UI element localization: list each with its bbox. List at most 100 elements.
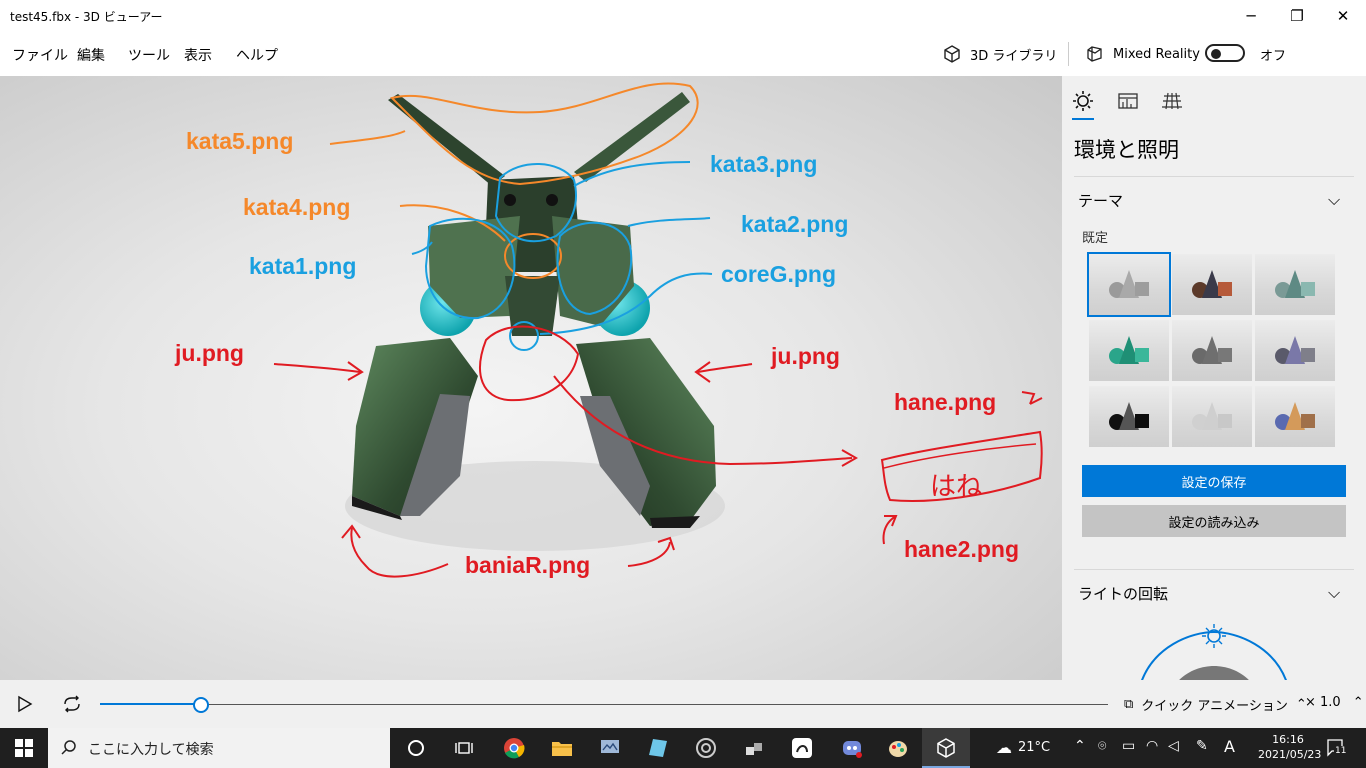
tray-camera-icon[interactable]: ⌾ <box>1098 738 1106 754</box>
clock[interactable]: 16:16 2021/05/23 <box>1258 732 1322 762</box>
app-monitor[interactable] <box>596 734 624 762</box>
cortana-icon <box>408 740 424 756</box>
theme-tile-5[interactable] <box>1172 320 1252 381</box>
timeline-track[interactable] <box>100 697 1108 713</box>
light-rotation-label: ライトの回転 <box>1078 585 1169 603</box>
clock-date: 2021/05/23 <box>1258 748 1322 761</box>
notification-button[interactable]: 11 <box>1326 738 1348 758</box>
windows-icon <box>15 739 33 757</box>
clip-app-icon <box>792 738 812 758</box>
quick-animation-button[interactable]: ⧉ クイック アニメーション ⌃ <box>1124 695 1307 714</box>
3d-viewport[interactable]: kata5.png kata4.png kata3.png kata2.png … <box>0 76 1062 680</box>
divider <box>1074 176 1354 177</box>
theme-tile-6[interactable] <box>1255 320 1335 381</box>
theme-preview <box>1109 270 1149 298</box>
minimize-button[interactable]: ─ <box>1228 0 1274 32</box>
theme-section-label: テーマ <box>1078 192 1124 210</box>
blocks-app-icon <box>746 743 762 755</box>
animation-timeline: ⧉ クイック アニメーション ⌃ × 1.0 ⌃ <box>0 680 1366 728</box>
annotation-kata3: kata3.png <box>710 151 818 177</box>
tab-grid[interactable] <box>1161 90 1183 112</box>
swirl-app-icon <box>696 738 716 758</box>
discord-icon <box>843 741 862 758</box>
annotation-hane-handwritten: はね <box>930 472 983 502</box>
theme-preview <box>1275 336 1315 364</box>
search-placeholder: ここに入力して検索 <box>88 742 214 758</box>
loop-button[interactable] <box>61 695 83 713</box>
start-button[interactable] <box>10 734 38 762</box>
ime-indicator[interactable]: A <box>1224 737 1235 756</box>
theme-tile-9[interactable] <box>1255 386 1335 447</box>
weather-widget[interactable]: ☁ 21°C <box>996 738 1050 757</box>
monitor-app-icon <box>601 740 619 753</box>
save-settings-button[interactable]: 設定の保存 <box>1082 465 1346 497</box>
app-swirl[interactable] <box>692 734 720 762</box>
volume-icon[interactable]: ◁ <box>1168 738 1179 754</box>
taskbar-search[interactable]: ここに入力して検索 <box>48 728 390 768</box>
theme-tile-4[interactable] <box>1089 320 1169 381</box>
theme-tile-3[interactable] <box>1255 254 1335 315</box>
app-blocks[interactable] <box>740 734 768 762</box>
tray-chevron-icon[interactable]: ⌃ <box>1074 738 1086 754</box>
environment-panel: 環境と照明 テーマ ⌵ 既定 設定の保存 設定の読み込み ライトの回転 ⌵ <box>1062 76 1366 680</box>
annotation-kata4: kata4.png <box>243 194 351 220</box>
app-clip-studio[interactable] <box>788 734 816 762</box>
menu-file[interactable]: ファイル <box>12 45 68 65</box>
play-button[interactable] <box>16 695 34 713</box>
theme-tile-1[interactable] <box>1087 252 1171 317</box>
maximize-button[interactable]: ❐ <box>1274 0 1320 32</box>
chrome-app[interactable] <box>500 734 528 762</box>
menu-help[interactable]: ヘルプ <box>236 45 278 65</box>
window-title: test45.fbx - 3D ビューアー <box>10 10 163 24</box>
tab-environment[interactable] <box>1072 90 1094 112</box>
wifi-icon[interactable]: ◠ <box>1146 738 1158 754</box>
toggle-knob <box>1211 49 1221 59</box>
mixed-reality-control: Mixed Reality <box>1085 44 1200 64</box>
menu-view[interactable]: 表示 <box>184 45 212 65</box>
panel-heading: 環境と照明 <box>1074 138 1179 162</box>
animation-icon: ⧉ <box>1124 697 1134 712</box>
stats-icon <box>1118 93 1138 109</box>
annotation-kata5: kata5.png <box>186 128 294 154</box>
theme-preview <box>1192 336 1232 364</box>
sun-icon <box>1073 91 1093 111</box>
tab-stats[interactable] <box>1117 90 1139 112</box>
battery-icon[interactable]: ▭ <box>1122 738 1135 754</box>
mixed-reality-toggle[interactable] <box>1205 44 1245 62</box>
theme-preview <box>1109 402 1149 430</box>
app-discord[interactable] <box>838 734 866 762</box>
speed-control[interactable]: × 1.0 ⌃ <box>1305 695 1364 710</box>
task-view-button[interactable] <box>450 734 478 762</box>
cortana-button[interactable] <box>402 734 430 762</box>
3d-model <box>273 82 1043 578</box>
3d-library-button[interactable]: 3D ライブラリ <box>942 44 1057 64</box>
app-palette[interactable] <box>884 734 912 762</box>
menu-tools[interactable]: ツール <box>128 45 170 65</box>
close-button[interactable]: ✕ <box>1320 0 1366 32</box>
menu-edit[interactable]: 編集 <box>77 45 105 65</box>
timeline-thumb[interactable] <box>193 697 209 713</box>
theme-tile-2[interactable] <box>1172 254 1252 315</box>
app-paint[interactable] <box>644 734 672 762</box>
theme-tile-8[interactable] <box>1172 386 1252 447</box>
theme-tile-7[interactable] <box>1089 386 1169 447</box>
load-settings-button[interactable]: 設定の読み込み <box>1082 505 1346 537</box>
pen-icon[interactable]: ✎ <box>1196 738 1208 754</box>
light-rotation-dial[interactable] <box>1122 616 1306 680</box>
theme-preview <box>1192 270 1232 298</box>
paint-app-icon <box>649 739 667 757</box>
light-sun-icon <box>1202 624 1226 648</box>
grid-icon <box>1162 92 1182 110</box>
toggle-state-label: オフ <box>1260 49 1287 64</box>
timeline-progress <box>100 703 201 705</box>
theme-chevron-icon[interactable]: ⌵ <box>1328 190 1340 210</box>
play-icon <box>18 695 33 713</box>
light-chevron-icon[interactable]: ⌵ <box>1328 583 1340 603</box>
file-explorer-app[interactable] <box>548 734 576 762</box>
chrome-icon <box>504 738 525 759</box>
title-bar: test45.fbx - 3D ビューアー ─ ❐ ✕ <box>0 0 1366 32</box>
app-3d-viewer-active[interactable] <box>922 728 970 768</box>
cube-icon <box>944 45 960 63</box>
active-tab-indicator <box>1072 118 1094 120</box>
annotation-ju-left: ju.png <box>175 340 244 366</box>
